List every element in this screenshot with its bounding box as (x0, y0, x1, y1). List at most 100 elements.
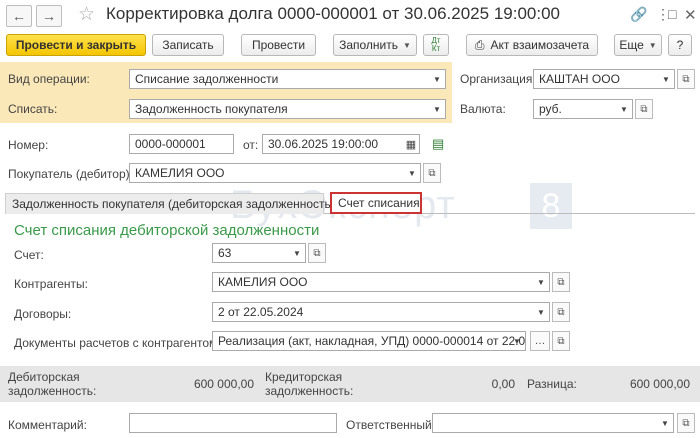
currency-select[interactable]: руб. ▼ (533, 99, 633, 119)
comment-label: Комментарий: (8, 418, 87, 432)
chevron-down-icon: ▼ (403, 40, 411, 50)
ellipsis-icon: … (534, 335, 546, 347)
difference-value: 600 000,00 (629, 377, 690, 391)
date-value: 30.06.2025 19:00:00 (268, 137, 379, 151)
chevron-down-icon: ▼ (662, 74, 670, 84)
receivable-label-line1: Дебиторская (8, 370, 80, 384)
chevron-down-icon: ▼ (620, 104, 628, 114)
forward-button[interactable]: → (36, 5, 62, 27)
settlement-docs-select[interactable]: Реализация (акт, накладная, УПД) 0000-00… (212, 331, 526, 351)
arrow-right-icon: → (42, 8, 56, 24)
section-title: Счет списания дебиторской задолженности (14, 222, 320, 239)
open-icon: ⧉ (640, 103, 648, 115)
counterparties-select[interactable]: КАМЕЛИЯ ООО ▼ (212, 272, 550, 292)
buyer-value: КАМЕЛИЯ ООО (135, 166, 225, 180)
counterparties-open-button[interactable]: ⧉ (552, 272, 570, 292)
responsible-label: Ответственный: (346, 418, 436, 432)
contracts-value: 2 от 22.05.2024 (218, 305, 304, 319)
account-value: 63 (218, 246, 232, 260)
difference-label: Разница: (527, 377, 577, 391)
account-open-button[interactable]: ⧉ (308, 243, 326, 263)
organization-select[interactable]: КАШТАН ООО ▼ (533, 69, 675, 89)
document-status-icon[interactable]: ▤ (432, 136, 444, 152)
write-off-label: Списать: (8, 102, 58, 116)
number-input[interactable]: 0000-000001 (129, 134, 234, 154)
tab-write-off-account[interactable]: Счет списания (330, 192, 422, 214)
favorite-star-icon[interactable]: ☆ (78, 3, 95, 26)
responsible-open-button[interactable]: ⧉ (677, 413, 695, 433)
counterparties-label: Контрагенты: (14, 277, 89, 291)
account-label: Счет: (14, 248, 44, 262)
buyer-open-button[interactable]: ⧉ (423, 163, 441, 183)
currency-value: руб. (539, 102, 562, 116)
kt-label: Кт (431, 44, 441, 53)
responsible-select[interactable]: ▼ (432, 413, 674, 433)
write-off-value: Задолженность покупателя (135, 102, 288, 116)
chevron-down-icon: ▼ (513, 336, 521, 346)
open-icon: ⧉ (557, 276, 565, 288)
link-icon[interactable]: 🔗 (630, 6, 647, 23)
chevron-down-icon: ▼ (661, 418, 669, 428)
organization-open-button[interactable]: ⧉ (677, 69, 695, 89)
receivable-total-value: 600 000,00 (193, 377, 254, 391)
tab-receivable-debt[interactable]: Задолженность покупателя (дебиторская за… (5, 193, 335, 214)
operation-type-select[interactable]: Списание задолженности ▼ (129, 69, 446, 89)
more-dropdown-button[interactable]: Еще ▼ (614, 34, 662, 56)
chevron-down-icon: ▼ (537, 277, 545, 287)
account-select[interactable]: 63 ▼ (212, 243, 306, 263)
tab-bar: Задолженность покупателя (дебиторская за… (5, 192, 695, 214)
help-button[interactable]: ? (668, 34, 692, 56)
open-icon: ⧉ (557, 306, 565, 318)
offset-act-label: Акт взаимозачета (490, 38, 590, 52)
save-button[interactable]: Записать (152, 34, 224, 56)
number-label: Номер: (8, 138, 49, 152)
arrow-left-icon: ← (12, 8, 26, 24)
settlement-docs-value: Реализация (акт, накладная, УПД) 0000-00… (218, 334, 526, 348)
chevron-down-icon: ▼ (408, 168, 416, 178)
payable-total-label: Кредиторская задолженность: (265, 370, 353, 398)
currency-label: Валюта: (460, 102, 506, 116)
payable-label-line1: Кредиторская (265, 370, 343, 384)
settlement-docs-open-button[interactable]: ⧉ (552, 331, 570, 351)
contracts-label: Договоры: (14, 307, 72, 321)
organization-value: КАШТАН ООО (539, 72, 620, 86)
organization-label: Организация: (460, 72, 536, 86)
operation-type-value: Списание задолженности (135, 72, 279, 86)
receivable-label-line2: задолженность: (8, 384, 97, 398)
currency-open-button[interactable]: ⧉ (635, 99, 653, 119)
settlement-docs-select-button[interactable]: … (530, 331, 550, 351)
receivable-total-label: Дебиторская задолженность: (8, 370, 96, 398)
open-icon: ⧉ (682, 73, 690, 85)
write-off-select[interactable]: Задолженность покупателя ▼ (129, 99, 446, 119)
post-and-close-button[interactable]: Провести и закрыть (6, 34, 146, 56)
close-icon[interactable]: ✕ (684, 6, 697, 24)
fill-dropdown-button[interactable]: Заполнить ▼ (333, 34, 417, 56)
buyer-label: Покупатель (дебитор): (8, 167, 133, 181)
payable-total-value: 0,00 (491, 377, 515, 391)
post-button[interactable]: Провести (241, 34, 316, 56)
calendar-icon[interactable]: ▦ (403, 135, 419, 153)
date-input[interactable]: 30.06.2025 19:00:00 ▦ (262, 134, 420, 154)
open-icon: ⧉ (313, 247, 321, 259)
comment-input[interactable] (129, 413, 337, 433)
payable-label-line2: задолженность: (265, 384, 354, 398)
open-icon: ⧉ (557, 335, 565, 347)
contracts-select[interactable]: 2 от 22.05.2024 ▼ (212, 302, 550, 322)
counterparties-value: КАМЕЛИЯ ООО (218, 275, 308, 289)
back-button[interactable]: ← (6, 5, 32, 27)
chevron-down-icon: ▼ (433, 104, 441, 114)
buyer-select[interactable]: КАМЕЛИЯ ООО ▼ (129, 163, 421, 183)
date-label: от: (243, 138, 259, 152)
open-icon: ⧉ (428, 167, 436, 179)
operation-type-label: Вид операции: (8, 72, 90, 86)
chevron-down-icon: ▼ (433, 74, 441, 84)
settlement-docs-label: Документы расчетов с контрагентом: (14, 336, 221, 350)
contracts-open-button[interactable]: ⧉ (552, 302, 570, 322)
offset-act-button[interactable]: ⎙ Акт взаимозачета (466, 34, 598, 56)
chevron-down-icon: ▼ (648, 40, 657, 50)
open-icon: ⧉ (682, 417, 690, 429)
maximize-icon[interactable]: □ (668, 6, 676, 22)
dt-kt-button[interactable]: Дт Кт (423, 34, 449, 56)
more-label: Еще (619, 38, 644, 52)
chevron-down-icon: ▼ (537, 307, 545, 317)
